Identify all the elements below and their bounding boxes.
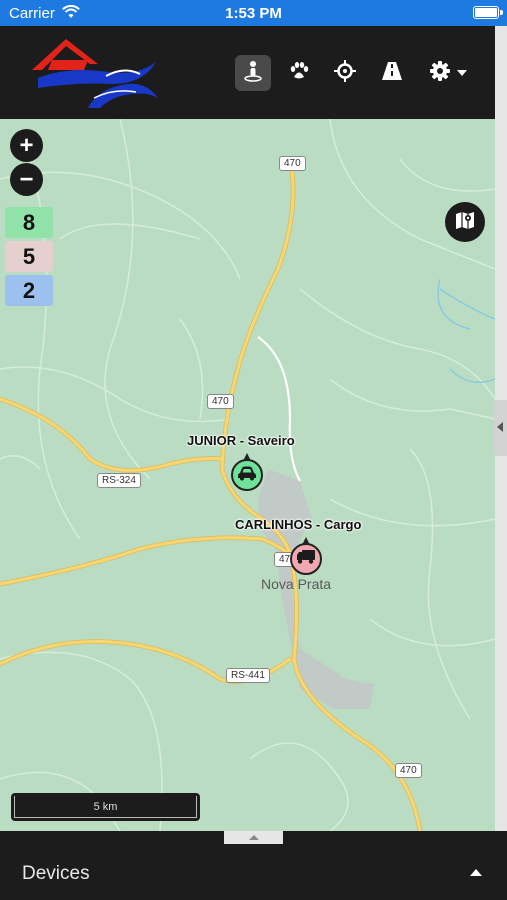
road-shield: 470 [395,763,422,778]
vehicle-label: CARLINHOS - Cargo [235,517,362,532]
gear-icon [429,60,451,87]
company-logo [28,36,163,110]
devices-title: Devices [22,863,90,884]
pets-button[interactable] [281,55,317,91]
status-bar: Carrier 1:53 PM [0,0,507,26]
routes-button[interactable] [374,55,410,91]
zoom-in-button[interactable]: + [10,129,43,162]
road-shield: RS-441 [226,668,270,683]
map-scale: 5 km [11,793,200,821]
caret-up-icon[interactable] [470,869,482,876]
map-view[interactable]: 470 470 RS-324 470 RS-441 470 Nova Prata… [0,119,495,831]
unknown-count-badge[interactable]: 2 [5,275,53,306]
road-shield: 470 [279,156,306,171]
road-icon [381,60,403,87]
side-panel-toggle[interactable] [494,400,507,456]
road-shield: RS-324 [97,473,141,488]
chevron-up-icon [248,835,259,840]
battery-icon [473,6,499,19]
online-count-badge[interactable]: 8 [5,207,53,238]
vehicle-label: JUNIOR - Saveiro [187,433,295,448]
app-header [0,26,495,119]
person-location-button[interactable] [235,55,271,91]
offline-count-badge[interactable]: 5 [5,241,53,272]
settings-menu-button[interactable] [422,55,474,91]
truck-icon [296,549,316,570]
locate-button[interactable] [327,55,363,91]
place-label: Nova Prata [261,576,332,592]
devices-panel-header[interactable]: Devices [0,844,507,900]
vehicle-marker-carlinhos[interactable] [290,543,322,575]
scale-label: 5 km [14,796,197,818]
map-icon [454,209,476,236]
zoom-out-button[interactable]: − [10,163,43,196]
chevron-down-icon [457,70,467,76]
person-location-icon [242,60,264,87]
road-shield: 470 [207,394,234,409]
car-icon [237,465,257,486]
vehicle-marker-junior[interactable] [231,459,263,491]
crosshair-icon [334,59,356,87]
chevron-left-icon [497,422,503,432]
clock: 1:53 PM [225,5,282,22]
drawer-handle[interactable] [224,831,283,844]
battery-tip [500,10,503,15]
map-layers-button[interactable] [445,202,485,242]
paw-icon [288,60,310,87]
